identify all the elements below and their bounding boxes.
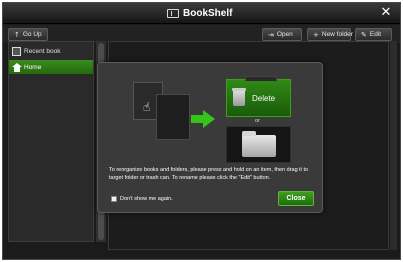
- dont-show-again-option[interactable]: Don't show me again.: [111, 196, 173, 202]
- close-button[interactable]: Close: [278, 191, 314, 206]
- dont-show-checkbox[interactable]: [111, 196, 117, 202]
- new-folder-label: New folder: [321, 31, 353, 38]
- content-scrollbar[interactable]: [390, 41, 397, 250]
- open-label: Open: [276, 31, 293, 38]
- new-folder-button[interactable]: + New folder: [307, 28, 353, 41]
- dont-show-label: Don't show me again.: [120, 196, 173, 202]
- trash-can-icon: [232, 88, 246, 106]
- folder-target: [226, 126, 291, 163]
- right-arrow-icon: [191, 110, 215, 128]
- help-dialog: ☝ Delete or To reorganize books and fold…: [97, 62, 323, 213]
- go-up-label: Go Up: [22, 31, 42, 38]
- book-card-icon: [156, 94, 190, 140]
- edit-button[interactable]: ✎ Edit: [355, 28, 392, 41]
- sidebar-item-label: Recent book: [24, 47, 61, 55]
- instruction-text: To reorganize books and folders, please …: [109, 167, 309, 181]
- sidebar: Recent book Home: [8, 41, 94, 242]
- plus-icon: +: [313, 30, 319, 39]
- sidebar-item-recent-book[interactable]: Recent book: [9, 44, 93, 58]
- hand-cursor-icon: ☝: [143, 100, 151, 114]
- delete-target: Delete: [226, 76, 291, 117]
- window-title: BookShelf: [183, 8, 233, 19]
- home-icon: [12, 62, 22, 72]
- delete-label: Delete: [252, 93, 276, 103]
- close-window-button[interactable]: ✕: [379, 6, 393, 20]
- edit-icon: ✎: [361, 30, 367, 39]
- or-label: or: [255, 118, 260, 124]
- recent-book-icon: [12, 46, 21, 56]
- sidebar-item-home[interactable]: Home: [9, 60, 93, 74]
- drag-illustration: ☝ Delete or: [98, 63, 324, 163]
- open-button[interactable]: ⇥ Open: [262, 28, 302, 41]
- edit-label: Edit: [369, 31, 382, 38]
- title-group: BookShelf: [167, 7, 232, 20]
- sidebar-item-label: Home: [24, 63, 42, 71]
- open-icon: ⇥: [268, 30, 274, 39]
- folder-icon: [242, 131, 276, 157]
- go-up-button[interactable]: ↑ Go Up: [8, 28, 48, 41]
- title-bar: BookShelf ✕: [3, 3, 400, 24]
- up-arrow-icon: ↑: [14, 30, 20, 39]
- bookshelf-icon: [167, 9, 179, 18]
